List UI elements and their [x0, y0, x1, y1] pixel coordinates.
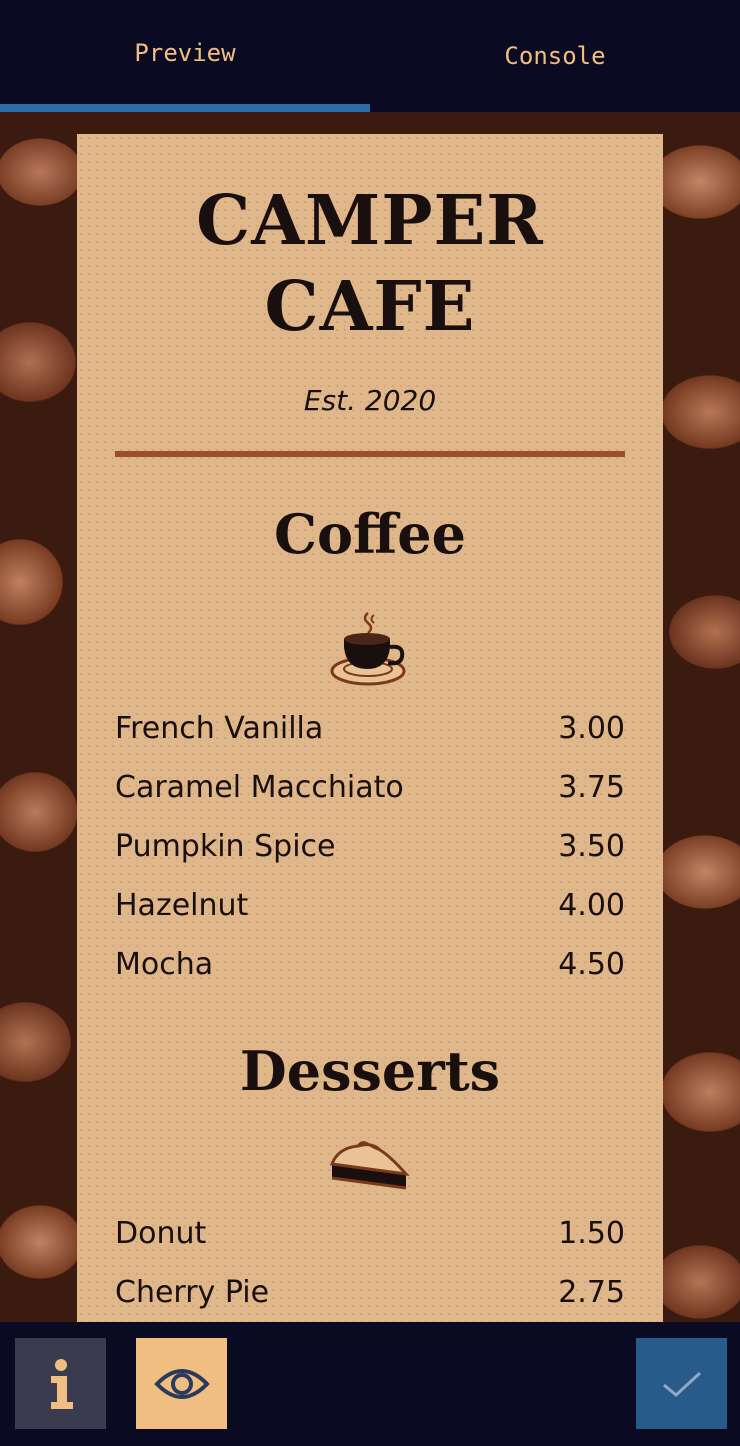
divider [115, 451, 625, 457]
checkmark-icon [662, 1371, 701, 1397]
item-name: Donut [115, 1216, 207, 1251]
item-price: 3.00 [558, 711, 625, 746]
menu-item: Mocha 4.50 [115, 935, 625, 994]
menu-item: Caramel Macchiato 3.75 [115, 758, 625, 817]
tab-console[interactable]: Console [370, 0, 740, 112]
menu-item: Donut 1.50 [115, 1204, 625, 1263]
tab-preview[interactable]: Preview [0, 0, 370, 112]
item-name: French Vanilla [115, 711, 324, 746]
active-tab-indicator [0, 104, 370, 112]
established-text: Est. 2020 [303, 384, 437, 417]
section-title-desserts: Desserts [239, 1039, 501, 1103]
dessert-items: Donut 1.50 Cherry Pie 2.75 [115, 1204, 625, 1322]
coffee-cup-icon [330, 612, 406, 686]
pie-slice-icon [329, 1141, 410, 1190]
coffee-items: French Vanilla 3.00 Caramel Macchiato 3.… [115, 699, 625, 994]
menu-item: French Vanilla 3.00 [115, 699, 625, 758]
item-price: 2.75 [558, 1275, 625, 1310]
info-icon [50, 1358, 73, 1409]
item-name: Mocha [115, 947, 214, 982]
tab-console-label: Console [504, 42, 606, 70]
menu-item: Cherry Pie 2.75 [115, 1263, 625, 1322]
desserts-section: Desserts Donut 1.50 Cherry Pie 2.75 [115, 1036, 625, 1322]
cafe-title: CAMPER CAFE [115, 178, 625, 350]
eye-icon [153, 1368, 210, 1399]
cafe-title-line2: CAFE [264, 267, 476, 347]
menu-item: Hazelnut 4.00 [115, 876, 625, 935]
item-price: 4.00 [558, 888, 625, 923]
info-button[interactable] [15, 1338, 106, 1429]
section-title-coffee: Coffee [273, 502, 467, 566]
item-price: 3.75 [558, 770, 625, 805]
menu-card: CAMPER CAFE Est. 2020 Coffee French Vani… [77, 134, 663, 1322]
bottom-toolbar [0, 1322, 740, 1446]
item-name: Hazelnut [115, 888, 249, 923]
coffee-section: Coffee French Vanilla 3.00 Caramel Macch… [115, 499, 625, 994]
tab-bar: Preview Console [0, 0, 740, 112]
preview-toggle-button[interactable] [136, 1338, 227, 1429]
item-price: 3.50 [558, 829, 625, 864]
item-name: Caramel Macchiato [115, 770, 404, 805]
cafe-title-line1: CAMPER [196, 181, 544, 261]
item-name: Cherry Pie [115, 1275, 270, 1310]
item-price: 1.50 [558, 1216, 625, 1251]
item-price: 4.50 [558, 947, 625, 982]
menu-item: Pumpkin Spice 3.50 [115, 817, 625, 876]
tab-preview-label: Preview [134, 39, 236, 67]
preview-pane[interactable]: CAMPER CAFE Est. 2020 Coffee French Vani… [0, 112, 740, 1322]
submit-button[interactable] [636, 1338, 727, 1429]
item-name: Pumpkin Spice [115, 829, 336, 864]
